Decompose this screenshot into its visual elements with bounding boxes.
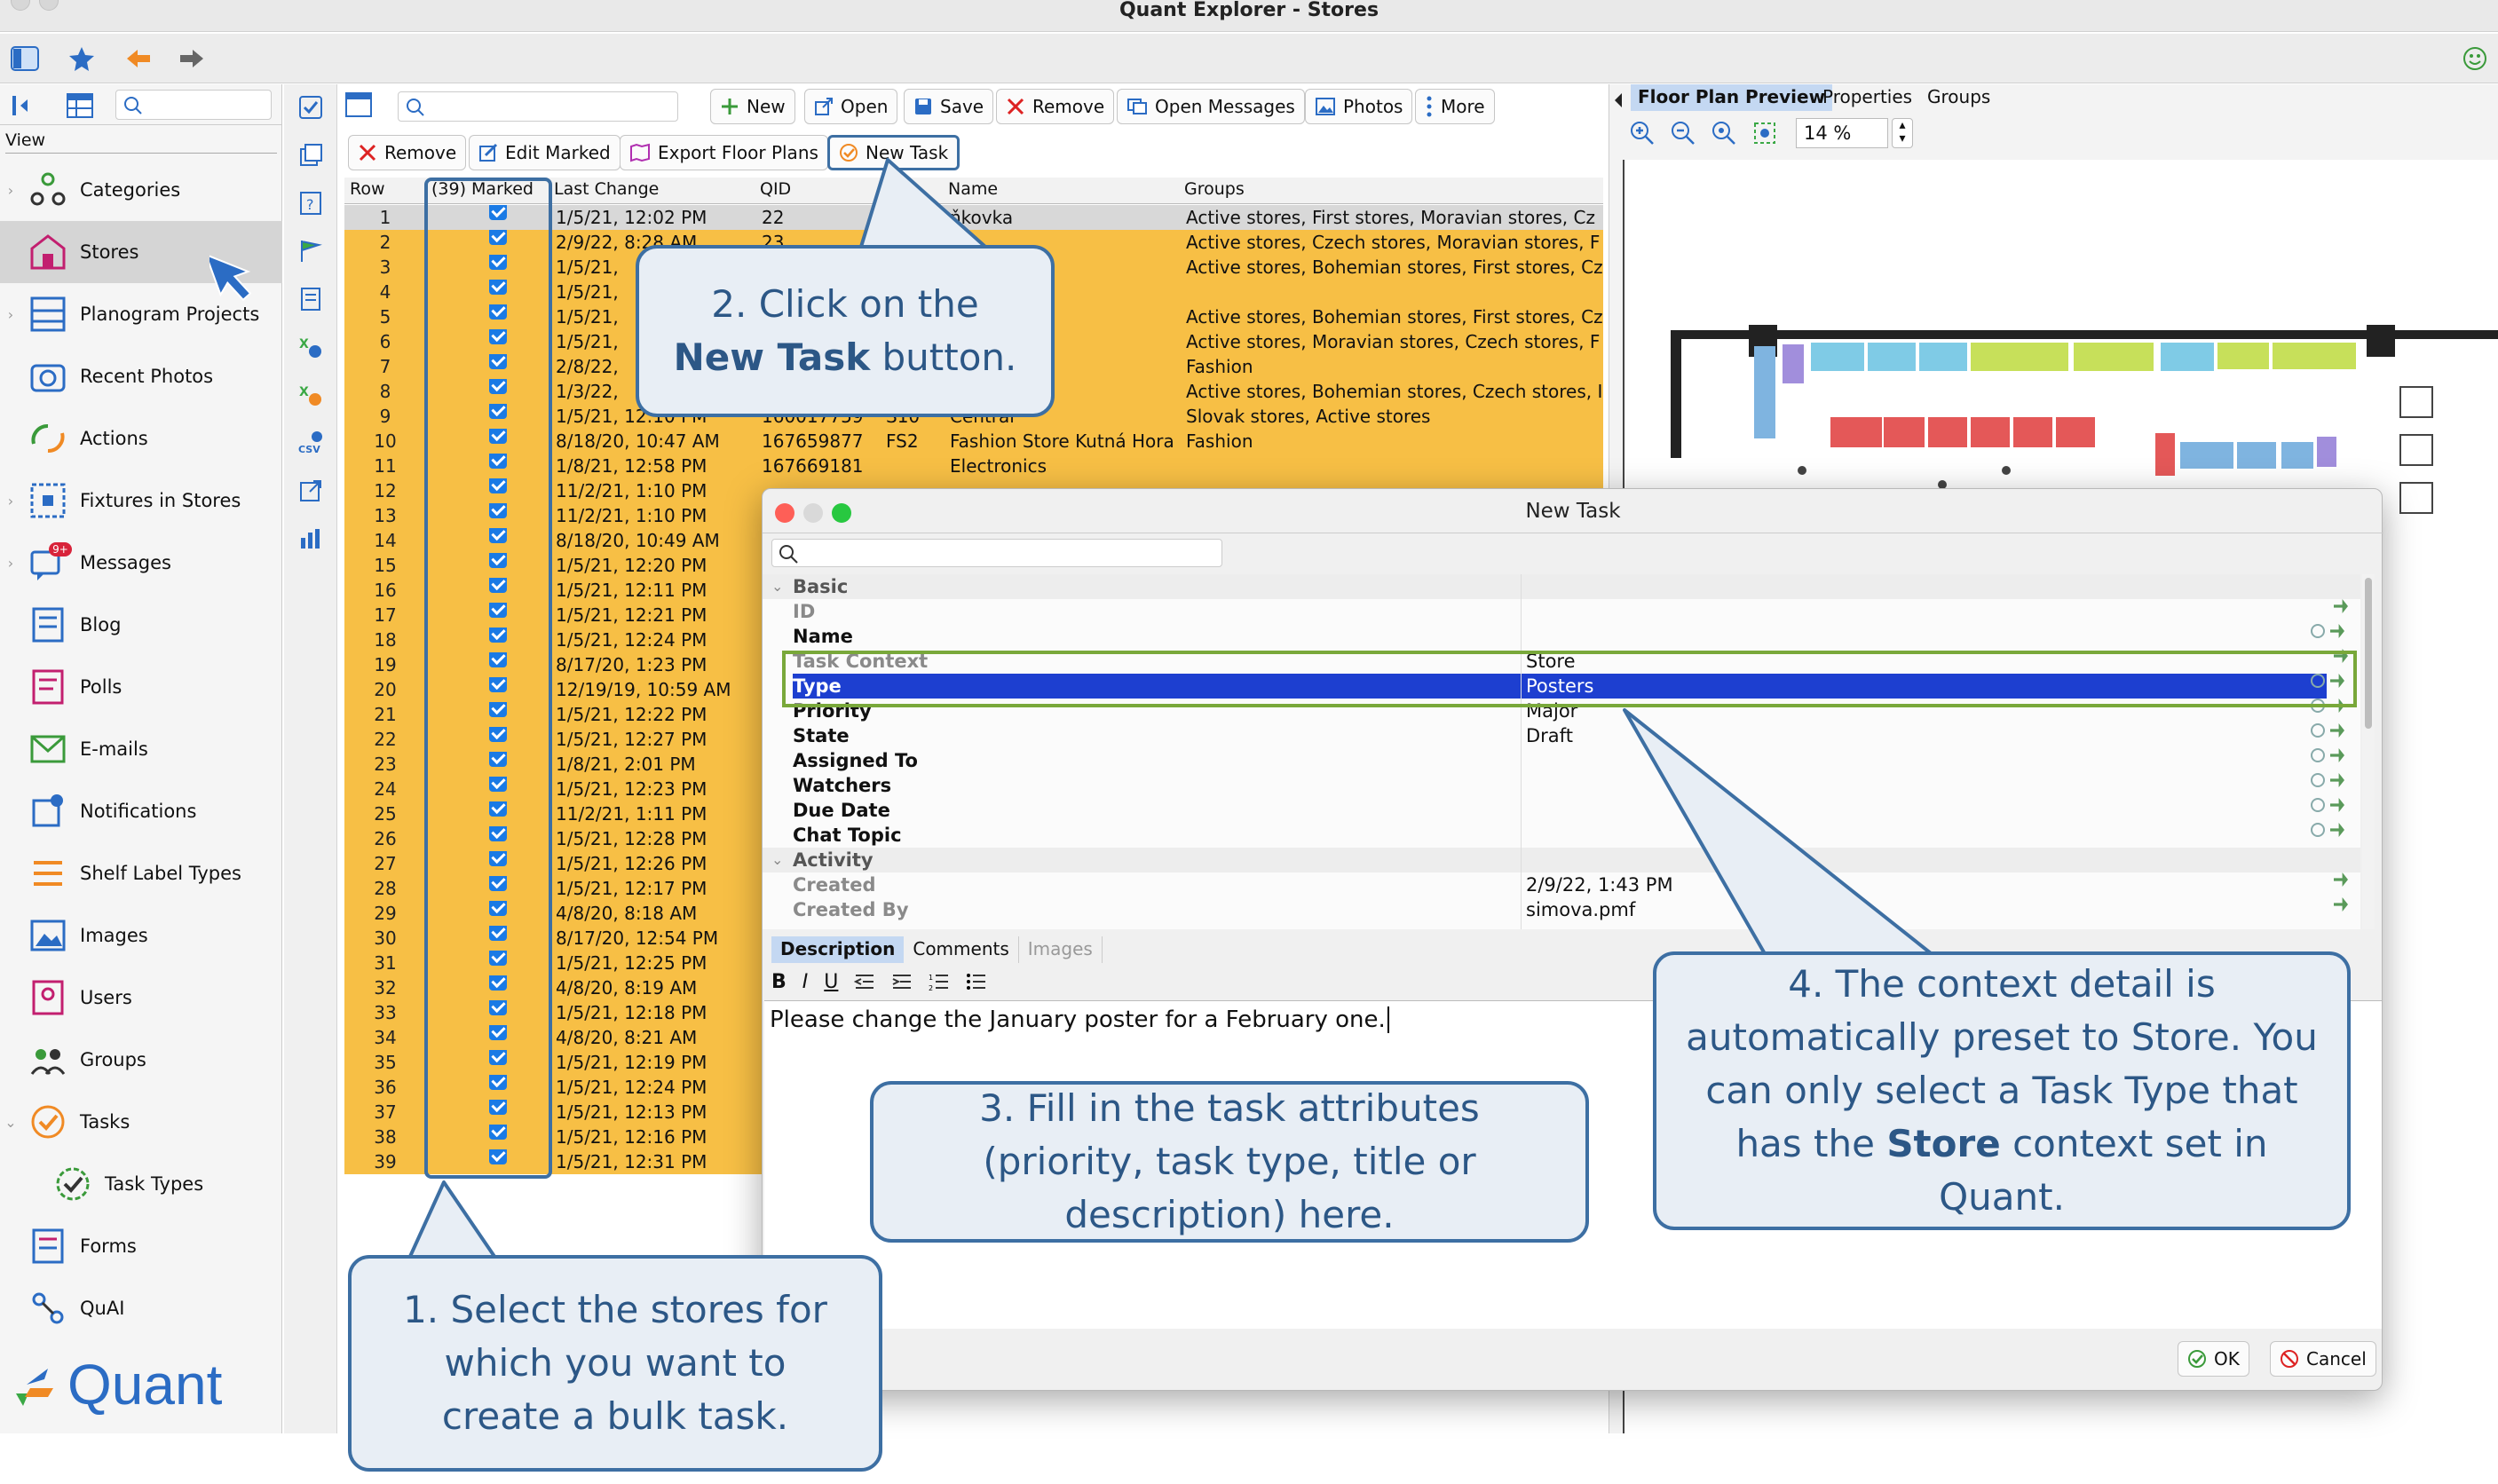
callout-step-2-line3: button. (881, 335, 1017, 379)
callout-step-2-bold: New Task (673, 335, 871, 379)
callout-step-1: 1. Select the stores for which you want … (348, 1255, 882, 1472)
mouse-cursor-icon (209, 253, 252, 302)
callout-step-2-line1: 2. Click on the (711, 282, 979, 326)
callout-step-2: 2. Click on the New Task button. (636, 245, 1055, 417)
callout-step-1-text: 1. Select the stores for which you want … (403, 1288, 827, 1438)
callout-step-4: 4. The context detail is automatically p… (1653, 951, 2351, 1230)
callout-step-4-bold: Store (1886, 1122, 2001, 1165)
callout-step-3-text: 3. Fill in the task attributes (priority… (979, 1086, 1480, 1236)
callout-step-3: 3. Fill in the task attributes (priority… (870, 1081, 1589, 1243)
